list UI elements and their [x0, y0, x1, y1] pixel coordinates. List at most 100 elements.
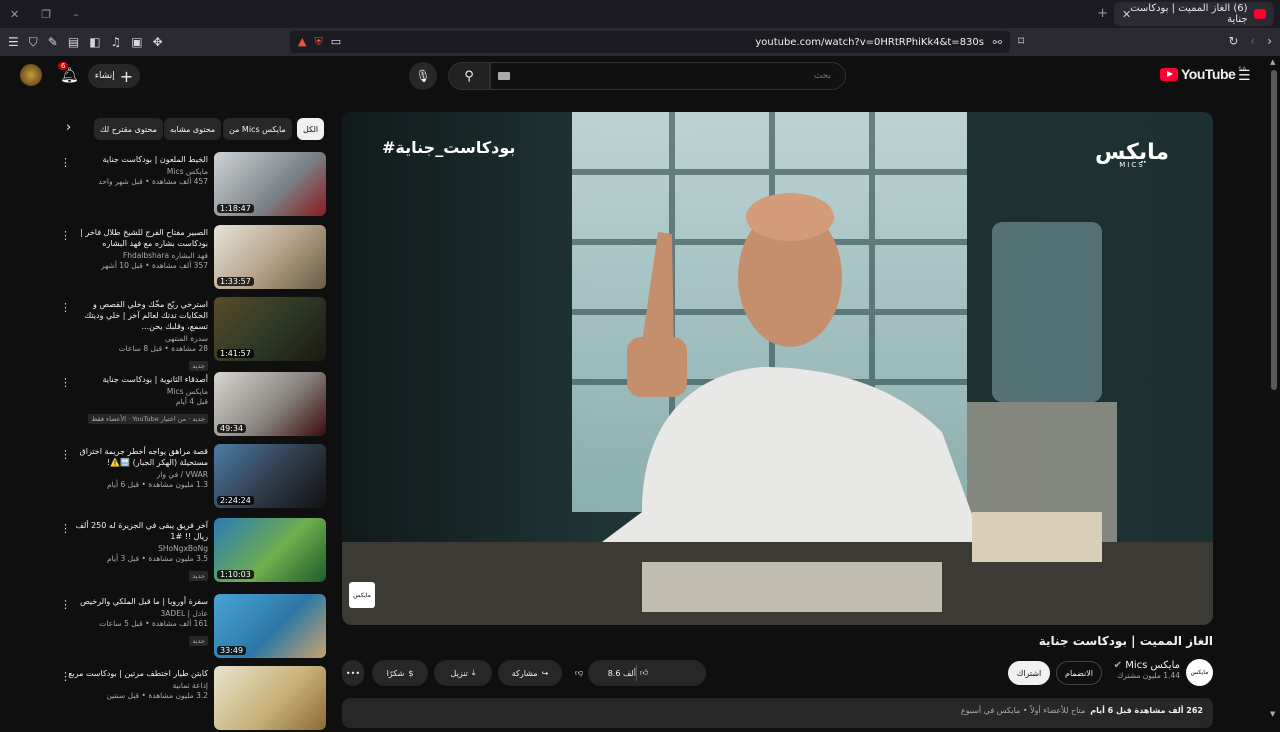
- channel-name[interactable]: مايكس Mics: [68, 387, 208, 396]
- list-item[interactable]: 33:49 سفرة أوروبا | ما قبل الملكي والرخي…: [58, 594, 326, 660]
- scroll-down-icon[interactable]: ▼: [1270, 710, 1275, 718]
- scrollbar-thumb[interactable]: [1271, 70, 1277, 390]
- download-label: تنزيل: [450, 668, 468, 678]
- more-actions-icon[interactable]: ⋮: [60, 598, 71, 611]
- chevron-right-icon[interactable]: ›: [66, 120, 71, 135]
- video-meta: 3.5 مليون مشاهدة • قبل 3 أيام: [106, 554, 208, 563]
- channel-avatar[interactable]: مايكس: [1186, 659, 1213, 686]
- channel-name[interactable]: مايكس Mics ✔: [1114, 660, 1180, 671]
- download-button[interactable]: تنزيل ⤓: [434, 660, 492, 686]
- like-button[interactable]: 8.6 ألف 👍︎: [600, 660, 656, 686]
- channel-name[interactable]: مايكس Mics: [68, 167, 208, 176]
- more-actions-icon[interactable]: ⋮: [60, 670, 71, 683]
- thanks-button[interactable]: شكرًا $: [372, 660, 428, 686]
- chip-recommended[interactable]: محتوى مقترح لك: [94, 118, 163, 140]
- share-button[interactable]: مشاركة ↪: [498, 660, 562, 686]
- page-scrollbar[interactable]: ▲ ▼: [1268, 56, 1280, 720]
- list-item[interactable]: 1:33:57 الصبير مفتاح الفرج للشيخ طلال فا…: [58, 225, 326, 291]
- site-settings-icon[interactable]: ⚯: [993, 36, 1002, 49]
- minimize-window-icon[interactable]: –: [73, 8, 79, 21]
- list-item[interactable]: 2:24:24 قصة مراهق يواجه أخطر جريمة اخترا…: [58, 444, 326, 510]
- youtube-logo[interactable]: YouTube SA: [1160, 66, 1246, 82]
- video-meta: 28 مشاهدة • قبل 8 ساعات: [118, 344, 208, 353]
- more-actions-icon[interactable]: ⋮: [60, 522, 71, 535]
- channel-name[interactable]: سدرة المنتهى: [68, 334, 208, 343]
- join-button[interactable]: الانضمام: [1056, 661, 1102, 685]
- description-box[interactable]: 262 ألف مشاهدة قبل 6 أيام متاح للأعضاء أ…: [342, 698, 1213, 728]
- video-title[interactable]: الصبير مفتاح الفرج للشيخ طلال فاخر | بود…: [68, 227, 208, 249]
- reader-icon[interactable]: ▤: [68, 35, 79, 50]
- search-button[interactable]: ⚲: [448, 62, 490, 90]
- menu-icon[interactable]: ☰: [8, 35, 19, 50]
- video-thumbnail[interactable]: 33:49: [214, 594, 326, 658]
- list-item[interactable]: 1:10:03 آخر فريق يبقى في الجزيرة له 250 …: [58, 518, 326, 584]
- channel-watermark[interactable]: مايكس: [349, 582, 375, 608]
- channel-name[interactable]: إذاعة ثمانية: [68, 681, 208, 690]
- extensions-icon[interactable]: ✎: [48, 35, 58, 50]
- close-window-icon[interactable]: ✕: [10, 8, 19, 21]
- list-item[interactable]: كابتن طيار اختطف مرتين | بودكاست مربع إذ…: [58, 666, 326, 732]
- more-actions-icon[interactable]: ⋮: [60, 376, 71, 389]
- guide-menu-icon[interactable]: ☰: [1238, 68, 1251, 84]
- channel-name[interactable]: فهد البشاره Fhdalbshara: [68, 251, 208, 260]
- back-icon[interactable]: ‹: [1250, 34, 1255, 48]
- video-thumbnail[interactable]: 1:33:57: [214, 225, 326, 289]
- search-input[interactable]: [490, 62, 846, 90]
- list-item[interactable]: 49:34 أصدقاء الثانوية | بودكاست جناية ما…: [58, 372, 326, 438]
- video-title[interactable]: كابتن طيار اختطف مرتين | بودكاست مربع: [68, 668, 208, 679]
- video-title[interactable]: قصة مراهق يواجه أخطر جريمة اختراق مستحيل…: [68, 446, 208, 468]
- scroll-up-icon[interactable]: ▲: [1270, 58, 1275, 66]
- list-item[interactable]: 1:18:47 الخيط الملعون | بودكاست جناية ما…: [58, 152, 326, 218]
- notifications-bell-icon[interactable]: 🔔︎ 6: [58, 62, 79, 84]
- restore-window-icon[interactable]: ❐: [41, 8, 51, 21]
- subscribe-button[interactable]: اشتراك: [1008, 661, 1050, 685]
- video-thumbnail[interactable]: [214, 666, 326, 730]
- address-bar[interactable]: ▲ ⛨ ▭ youtube.com/watch?v=0HRtRPhiKk4&t=…: [290, 31, 1010, 53]
- video-thumbnail[interactable]: 1:10:03: [214, 518, 326, 582]
- reload-icon[interactable]: ↻: [1228, 34, 1238, 48]
- create-button[interactable]: إنشاء +: [88, 64, 140, 88]
- reader-mode-icon[interactable]: ▭: [331, 35, 341, 49]
- wallet-icon[interactable]: ▣: [131, 35, 142, 50]
- dislike-button[interactable]: 👎︎: [558, 660, 600, 686]
- more-actions-button[interactable]: •••: [342, 660, 364, 686]
- more-actions-icon[interactable]: ⋮: [60, 229, 71, 242]
- chip-from-channel[interactable]: من Mics مايكس: [223, 118, 292, 140]
- bookmark-icon[interactable]: ⌑: [1018, 34, 1024, 48]
- channel-info: مايكس Mics ✔ 1.44 مليون مشترك: [1114, 660, 1180, 680]
- video-hashtag-overlay: #بودكاست_جناية: [382, 138, 516, 157]
- brave-shields-icon[interactable]: ⛨: [314, 35, 322, 49]
- more-actions-icon[interactable]: ⋮: [60, 301, 71, 314]
- browser-tab[interactable]: (6) الغاز المميت | بودكاست جناية ✕: [1114, 2, 1274, 26]
- share-icon: ↪: [541, 668, 549, 678]
- brave-rewards-icon[interactable]: ▲: [298, 35, 306, 49]
- video-title[interactable]: استرخي ريّح مخّك وخلي القصص و الحكايات ت…: [68, 299, 208, 332]
- video-thumbnail[interactable]: 49:34: [214, 372, 326, 436]
- forward-icon[interactable]: ›: [1267, 34, 1272, 48]
- video-thumbnail[interactable]: 1:18:47: [214, 152, 326, 216]
- video-thumbnail[interactable]: 1:41:57: [214, 297, 326, 361]
- account-avatar[interactable]: [20, 64, 42, 86]
- list-item[interactable]: 1:41:57 استرخي ريّح مخّك وخلي القصص و ال…: [58, 297, 326, 371]
- new-tab-icon[interactable]: +: [1097, 6, 1108, 21]
- video-title[interactable]: سفرة أوروبا | ما قبل الملكي والرخيص: [68, 596, 208, 607]
- close-tab-icon[interactable]: ✕: [1122, 8, 1131, 21]
- music-icon[interactable]: ♫: [111, 35, 122, 50]
- video-title[interactable]: آخر فريق يبقى في الجزيرة له 250 ألف ريال…: [68, 520, 208, 542]
- chip-all[interactable]: الكل: [297, 118, 325, 140]
- channel-name[interactable]: VWAR / في وار: [68, 470, 208, 479]
- keyboard-icon[interactable]: [498, 72, 510, 80]
- video-thumbnail[interactable]: 2:24:24: [214, 444, 326, 508]
- video-title[interactable]: أصدقاء الثانوية | بودكاست جناية: [68, 374, 208, 385]
- video-player[interactable]: #بودكاست_جناية مايكس MICS مايكس: [342, 112, 1213, 625]
- sidebar-icon[interactable]: ◧: [89, 35, 100, 50]
- puzzle-icon[interactable]: ✥: [153, 35, 163, 50]
- video-title[interactable]: الخيط الملعون | بودكاست جناية: [68, 154, 208, 165]
- more-actions-icon[interactable]: ⋮: [60, 448, 71, 461]
- channel-name[interactable]: SHoNgxBoNg: [68, 544, 208, 553]
- voice-search-mic-icon[interactable]: 🎙︎: [409, 62, 437, 90]
- shield-icon[interactable]: ⛉: [29, 35, 38, 50]
- more-actions-icon[interactable]: ⋮: [60, 156, 71, 169]
- channel-name[interactable]: عادل | 3ADEL: [68, 609, 208, 618]
- chip-similar[interactable]: محتوى مشابه: [164, 118, 222, 140]
